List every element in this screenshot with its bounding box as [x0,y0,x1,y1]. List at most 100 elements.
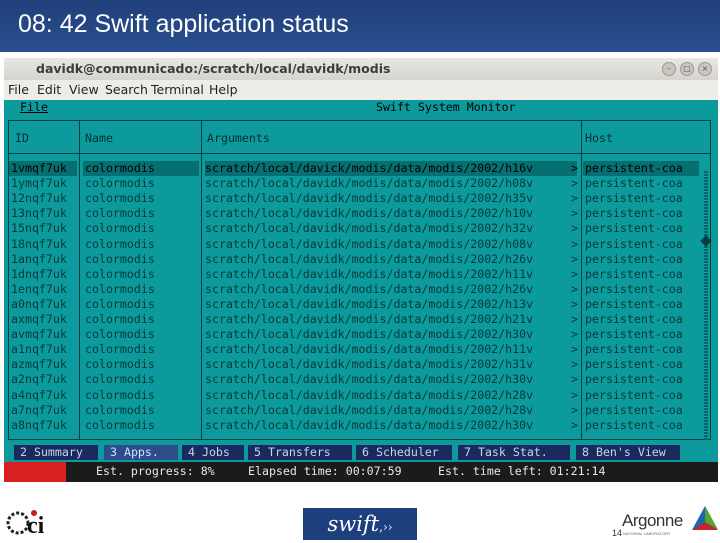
cell-name: colormodis [85,176,155,191]
cell-more-indicator: > [571,281,578,296]
maximize-button[interactable]: □ [680,62,694,76]
progress-text: Est. progress: 8% [96,464,215,478]
cell-more-indicator: > [571,342,578,357]
table-row[interactable]: 1dnqf7uk colormodis scratch/local/davidk/m… [9,267,710,282]
cell-arguments: scratch/local/davidk/modis/data/modis/20… [205,417,534,432]
menu-search[interactable]: Search [105,82,148,97]
table-row[interactable]: a8nqf7uk colormodis scratch/local/davidk/m… [9,418,710,433]
argonne-logo-subtitle: NATIONAL LABORATORY [623,531,671,536]
cell-id: 1dnqf7uk [11,266,67,281]
cell-id: 13nqf7uk [11,206,67,221]
menu-help[interactable]: Help [209,82,238,97]
menu-file[interactable]: File [8,82,29,97]
menu-edit[interactable]: Edit [37,82,61,97]
close-button[interactable]: × [698,62,712,76]
cell-id: 1anqf7uk [11,251,67,266]
cell-name: colormodis [85,327,155,342]
window-titlebar[interactable]: davidk@communicado:/scratch/local/davidk… [4,58,718,81]
scrollbar-thumb[interactable] [700,235,712,247]
column-header-name[interactable]: Name [85,131,113,146]
cell-host: persistent-coa [585,176,683,191]
cell-id: 15nqf7uk [11,221,67,236]
table-row[interactable]: a4nqf7uk colormodis scratch/local/davidk/m… [9,388,710,403]
swift-logo-text: swift [327,512,380,536]
menu-view[interactable]: View [69,82,99,97]
table-row[interactable]: 1vmqf7uk colormodis scratch/local/davick/m… [9,161,710,176]
cell-more-indicator: > [571,191,578,206]
cell-id: axmqf7uk [11,312,67,326]
page-number: 14 [612,528,623,538]
menu-terminal[interactable]: Terminal [151,82,204,97]
cell-arguments: scratch/local/davidk/modis/data/modis/20… [205,191,534,206]
terminal-menubar: File Edit View Search Terminal Help [4,80,718,100]
cell-host: persistent-coa [585,296,683,311]
cell-arguments: scratch/local/davidk/modis/data/modis/20… [205,357,534,372]
cell-id: a7nqf7uk [11,402,67,417]
table-row[interactable]: a7nqf7uk colormodis scratch/local/davidk/m… [9,403,710,418]
cell-arguments: scratch/local/davidk/modis/data/modis/20… [205,266,534,281]
cell-host: persistent-coa [585,236,683,251]
cell-name: colormodis [85,312,155,326]
tab-7[interactable]: 7 Task Stat. [458,445,570,460]
cell-host: persistent-coa [585,342,683,357]
table-row[interactable]: 18nqf7uk colormodis scratch/local/davidk/m… [9,237,710,252]
terminal-screen[interactable]: File Swift System Monitor ID Name Argume… [4,100,718,482]
cell-arguments: scratch/local/davidk/modis/data/modis/20… [205,251,534,266]
table-row[interactable]: 13nqf7uk colormodis scratch/local/davidk/m… [9,206,710,221]
table-row[interactable]: 1ymqf7uk colormodis scratch/local/davidk/m… [9,176,710,191]
cell-host: persistent-coa [585,266,683,281]
tab-8[interactable]: 8 Ben's View [576,445,680,460]
tab-3[interactable]: 3 Apps. [104,445,178,460]
table-row[interactable]: 1enqf7uk colormodis scratch/local/davidk/m… [9,282,710,297]
table-row[interactable]: a2nqf7uk colormodis scratch/local/davidk/m… [9,372,710,387]
cell-arguments: scratch/local/davidk/modis/data/modis/20… [205,206,534,221]
cell-id: a2nqf7uk [11,372,67,387]
tab-2[interactable]: 2 Summary [14,445,98,460]
column-header-id[interactable]: ID [15,131,29,146]
cell-name: colormodis [85,357,155,372]
cell-host: persistent-coa [585,402,683,417]
tab-6[interactable]: 6 Scheduler [356,445,452,460]
cell-more-indicator: > [571,312,578,326]
app-menu-file[interactable]: File [20,100,48,115]
table-row[interactable]: a1nqf7uk colormodis scratch/local/davidk/m… [9,342,710,357]
cell-more-indicator: > [571,296,578,311]
progress-bar [4,462,66,482]
table-row[interactable]: 12nqf7uk colormodis scratch/local/davidk/m… [9,191,710,206]
tab-4[interactable]: 4 Jobs [182,445,244,460]
tab-5[interactable]: 5 Transfers [248,445,352,460]
table-row[interactable]: a0nqf7uk colormodis scratch/local/davidk/m… [9,297,710,312]
cell-host: persistent-coa [585,251,683,266]
cell-id: 18nqf7uk [11,236,67,251]
cell-id: avmqf7uk [11,327,67,342]
cell-name: colormodis [85,236,155,251]
cell-name: colormodis [85,191,155,206]
cell-host: persistent-coa [585,357,683,372]
cell-name: colormodis [85,387,155,402]
cell-host: persistent-coa [585,191,683,206]
scrollbar[interactable] [700,171,712,441]
app-menubar: File Swift System Monitor [4,100,718,115]
column-header-arguments[interactable]: Arguments [207,131,270,146]
cell-host: persistent-coa [585,206,683,221]
cell-more-indicator: > [571,417,578,432]
cell-host: persistent-coa [585,372,683,387]
cell-more-indicator: > [571,357,578,372]
table-row[interactable]: avmqf7uk colormodis scratch/local/davidk/m… [9,327,710,342]
cell-host: persistent-coa [585,387,683,402]
column-header-host[interactable]: Host [585,131,613,146]
minimize-button[interactable]: – [662,62,676,76]
cell-more-indicator: > [571,266,578,281]
cell-name: colormodis [85,251,155,266]
argonne-logo-icon [692,506,718,530]
cell-name: colormodis [85,206,155,221]
window-controls: – □ × [662,62,712,76]
table-row[interactable]: azmqf7uk colormodis scratch/local/davidk/m… [9,357,710,372]
cell-more-indicator: > [571,176,578,191]
time-left-text: Est. time left: 01:21:14 [438,464,606,478]
table-row[interactable]: 1anqf7uk colormodis scratch/local/davidk/m… [9,252,710,267]
cell-host: persistent-coa [585,281,683,296]
table-row[interactable]: 15nqf7uk colormodis scratch/local/davidk/m… [9,221,710,236]
table-row[interactable]: axmqf7uk colormodis scratch/local/davidk/m… [9,312,710,327]
cell-name: colormodis [85,266,155,281]
